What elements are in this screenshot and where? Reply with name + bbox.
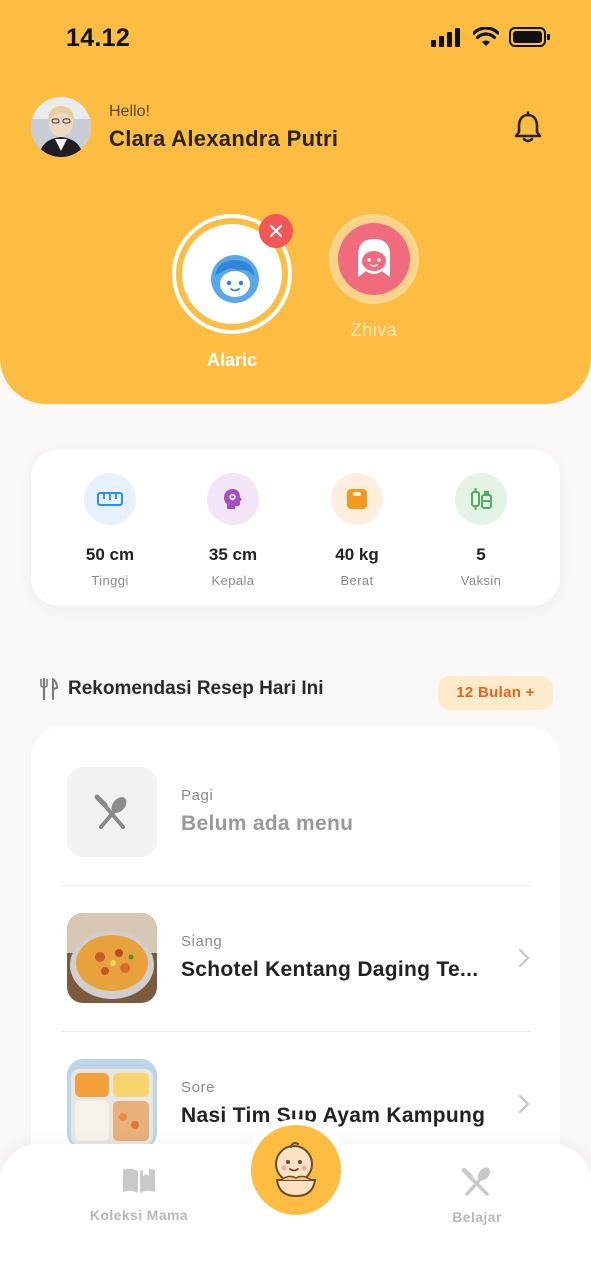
stat-vaccine[interactable]: 5 Vaksin [431,473,531,588]
chevron-right-icon [519,949,530,967]
meal-name-sore: Nasi Tim Sup Ayam Kampung [181,1104,486,1127]
fork-knife-icon [40,678,58,700]
recipes-section-header: Rekomendasi Resep Hari Ini [40,678,324,700]
remove-child-button[interactable] [259,214,293,248]
stat-vaccine-value: 5 [476,545,486,564]
recipe-photo-schotel [67,913,157,1003]
stat-vaccine-label: Vaksin [460,573,502,588]
nav-belajar-label: Belajar [452,1209,502,1225]
child-name-zhiva: Zhiva [350,320,398,340]
stat-head[interactable]: 35 cm Kepala [183,473,283,588]
meal-name-pagi: Belum ada menu [181,812,354,835]
meal-name-siang: Schotel Kentang Daging Te... [181,958,479,981]
user-name: Clara Alexandra Putri [109,126,339,151]
nav-koleksi-mama[interactable]: Koleksi Mama [74,1166,204,1223]
stat-head-value: 35 cm [208,545,258,564]
header: 14.12 Hello! Clara Alexandra Putri Alari… [0,0,591,404]
divider [61,885,531,886]
stat-height-label: Tinggi [91,573,129,588]
recipes-section-title: Rekomendasi Resep Hari Ini [68,678,324,699]
stats-card: 50 cm Tinggi 35 cm Kepala 40 kg Berat 5 … [31,449,560,606]
stat-height-value: 50 cm [85,545,135,564]
boy-face-icon [211,255,259,303]
child-name-alaric: Alaric [206,350,258,370]
chevron-right-icon [519,1095,530,1113]
recipe-row-siang[interactable]: Siang Schotel Kentang Daging Te... [67,913,531,1005]
vaccine-icon [455,473,507,525]
nav-koleksi-mama-label: Koleksi Mama [89,1207,189,1223]
stat-weight-label: Berat [340,573,374,588]
avatar[interactable] [31,97,91,157]
notification-bell-icon[interactable] [510,110,546,146]
greeting: Hello! [109,103,150,120]
stat-height[interactable]: 50 cm Tinggi [60,473,160,588]
recipe-placeholder [67,767,157,857]
divider [61,1031,531,1032]
battery-icon [509,27,550,47]
status-bar: 14.12 [0,0,591,80]
status-icons [431,27,551,47]
meal-time-siang: Siang [181,933,223,950]
stat-head-label: Kepala [211,573,255,588]
signal-icon [431,28,460,47]
girl-face-icon [358,239,390,277]
recipe-photo-nasi-tim [67,1059,157,1149]
meal-time-sore: Sore [181,1079,216,1096]
stat-weight[interactable]: 40 kg Berat [307,473,407,588]
ruler-icon [84,473,136,525]
baby-bowl-icon [275,1142,317,1198]
nav-belajar[interactable]: Belajar [412,1166,542,1225]
stat-weight-value: 40 kg [335,545,379,564]
scale-icon [331,473,383,525]
utensils-icon [461,1167,491,1196]
close-icon [269,224,283,238]
child-avatar-zhiva[interactable] [329,214,419,304]
status-time: 14.12 [66,24,131,52]
recipe-row-pagi[interactable]: Pagi Belum ada menu [67,767,531,859]
book-icon [123,1167,155,1193]
age-filter-badge[interactable]: 12 Bulan + [438,676,553,710]
head-gear-icon [207,473,259,525]
utensils-icon [94,794,127,829]
wifi-icon [473,27,499,46]
home-baby-button[interactable] [245,1119,347,1221]
meal-time-pagi: Pagi [181,787,214,804]
